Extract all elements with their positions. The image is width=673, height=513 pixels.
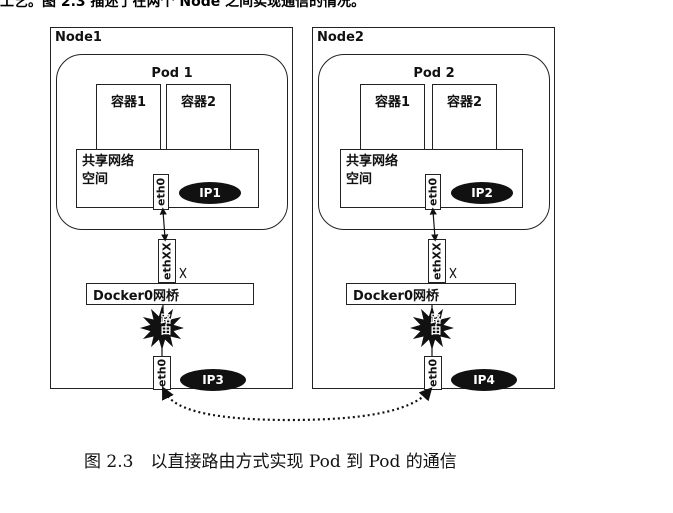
node1-router-label: 路由 [159, 313, 172, 335]
node1-veth-mark [179, 267, 187, 279]
node2-veth-mark [449, 267, 457, 279]
figure-caption: 图 2.3 以直接路由方式实现 Pod 到 Pod 的通信 [84, 452, 457, 472]
inter-node-route-path [162, 386, 433, 422]
diagram-connectors [140, 207, 457, 422]
node1-veth-link [159, 207, 169, 242]
node2-veth-link [429, 207, 439, 242]
node2-router-label: 路由 [429, 313, 442, 335]
